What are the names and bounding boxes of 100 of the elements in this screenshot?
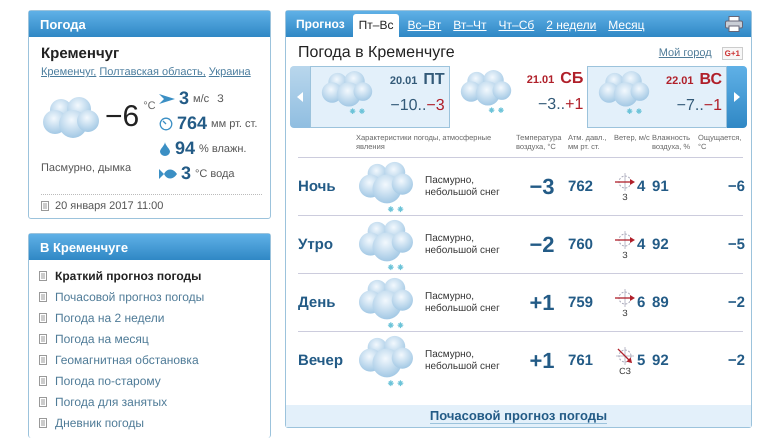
snow-cloud-icon bbox=[356, 276, 414, 330]
wind-speed: 5 bbox=[637, 352, 646, 369]
my-city-link[interactable]: Мой город bbox=[658, 47, 712, 59]
document-icon bbox=[39, 376, 47, 386]
document-icon bbox=[39, 312, 47, 322]
min-temperature: −10.. bbox=[390, 97, 426, 114]
drop-icon bbox=[159, 142, 171, 156]
printer-icon[interactable] bbox=[725, 16, 743, 32]
wind-speed: 6 bbox=[637, 294, 646, 311]
period-tab[interactable]: Чт–Сб bbox=[494, 14, 538, 37]
wind-speed: 4 bbox=[637, 236, 646, 253]
document-icon bbox=[39, 292, 47, 302]
feels-like-temperature: −2 bbox=[726, 352, 745, 369]
min-temperature: −7.. bbox=[676, 97, 704, 114]
humidity-value: 89 bbox=[652, 294, 670, 311]
document-icon bbox=[39, 334, 47, 344]
period-name: День bbox=[298, 294, 336, 311]
period-name: Ночь bbox=[298, 178, 337, 195]
city-name: Кременчуг bbox=[41, 45, 120, 62]
menu-link[interactable]: Погода для занятых bbox=[55, 394, 168, 408]
stat-value: 3 bbox=[179, 88, 190, 109]
snow-cloud-icon bbox=[356, 334, 414, 388]
next-button[interactable] bbox=[727, 66, 748, 128]
document-icon bbox=[39, 270, 47, 280]
stat-value: 94 bbox=[175, 138, 196, 159]
air-temperature: +1 bbox=[528, 348, 556, 374]
pressure-value: 759 bbox=[568, 294, 594, 311]
max-temperature: +1 bbox=[565, 96, 584, 113]
feels-like-temperature: −6 bbox=[726, 178, 745, 195]
location-link[interactable]: Украина bbox=[208, 66, 251, 78]
wind-direction: З bbox=[622, 309, 628, 318]
day-card[interactable]: 22.01 ВС −7..−1 bbox=[587, 66, 728, 128]
wind-direction: З bbox=[622, 251, 628, 260]
pressure-value: 760 bbox=[568, 236, 594, 253]
cloud-icon bbox=[41, 94, 101, 140]
weather-condition: Пасмурно, небольшой снег bbox=[425, 291, 501, 314]
page-title: Погода в Кременчуге bbox=[298, 44, 456, 62]
feels-like-temperature: −2 bbox=[726, 294, 745, 311]
wind-arrow-icon bbox=[159, 92, 175, 104]
period-tab[interactable]: Месяц bbox=[604, 14, 648, 37]
snow-cloud-icon bbox=[356, 218, 414, 272]
day-date: 20.01 bbox=[390, 75, 418, 87]
humidity-value: 92 bbox=[652, 236, 670, 253]
stat-unit: м/с bbox=[193, 92, 210, 104]
document-icon bbox=[41, 201, 49, 211]
menu-link[interactable]: Почасовой прогноз погоды bbox=[55, 290, 204, 304]
location-link[interactable]: Кременчуг, bbox=[41, 66, 96, 78]
temperature-unit: °C bbox=[143, 100, 156, 112]
weekday: ПТ bbox=[423, 71, 445, 89]
stat-value: 764 bbox=[177, 113, 208, 134]
previous-button[interactable] bbox=[290, 66, 310, 128]
update-time: 20 января 2017 11:00 bbox=[55, 200, 164, 212]
wind-direction: СЗ bbox=[619, 367, 631, 376]
location-link[interactable]: Полтавская область, bbox=[99, 66, 206, 78]
card-title: В Кременчуге bbox=[40, 240, 128, 254]
snow-cloud-icon bbox=[356, 160, 414, 214]
day-date: 21.01 bbox=[526, 74, 554, 86]
menu-link[interactable]: Геомагнитная обстановка bbox=[55, 352, 199, 366]
snow-cloud-icon bbox=[319, 69, 375, 116]
period-tab[interactable]: Пт–Вс bbox=[352, 14, 400, 37]
gauge-icon bbox=[159, 116, 173, 130]
humidity-value: 91 bbox=[652, 178, 670, 195]
stat-unit: °C вода bbox=[195, 168, 235, 180]
forecast-label: Прогноз bbox=[296, 17, 345, 31]
menu-link[interactable]: Погода по-старому bbox=[55, 374, 161, 388]
weather-condition: Пасмурно, небольшой снег bbox=[425, 233, 501, 256]
pressure-value: 761 bbox=[568, 352, 594, 369]
stat-unit: мм рт. ст. bbox=[211, 118, 258, 130]
max-temperature: −1 bbox=[704, 97, 722, 114]
wind-direction: З bbox=[217, 92, 224, 104]
menu-link[interactable]: Погода на месяц bbox=[55, 332, 149, 346]
weekday: СБ bbox=[560, 70, 584, 88]
document-icon bbox=[39, 354, 47, 364]
weather-condition: Пасмурно, небольшой снег bbox=[425, 349, 501, 372]
wind-speed: 4 bbox=[637, 178, 646, 195]
plus-one-button[interactable]: G+1 bbox=[722, 46, 743, 60]
day-card[interactable]: 21.01 СБ −3..+1 bbox=[450, 66, 588, 128]
period-tab[interactable]: Вт–Чт bbox=[449, 14, 491, 37]
hourly-forecast-link[interactable]: Почасовой прогноз погоды bbox=[430, 408, 608, 424]
weather-condition: Пасмурно, дымка bbox=[41, 162, 132, 174]
document-icon bbox=[39, 418, 47, 428]
max-temperature: −3 bbox=[426, 97, 445, 114]
humidity-value: 92 bbox=[652, 352, 670, 369]
pressure-value: 762 bbox=[568, 178, 594, 195]
left-arrow-icon bbox=[297, 92, 303, 102]
period-name: Утро bbox=[298, 236, 334, 253]
wind-direction: З bbox=[622, 193, 628, 202]
feels-like-temperature: −5 bbox=[726, 236, 745, 253]
right-arrow-icon bbox=[734, 92, 740, 102]
period-tab[interactable]: 2 недели bbox=[542, 14, 600, 37]
menu-link[interactable]: Погода на 2 недели bbox=[55, 310, 164, 324]
menu-link[interactable]: Дневник погоды bbox=[55, 416, 144, 430]
period-tab[interactable]: Вс–Вт bbox=[403, 14, 446, 37]
air-temperature: −3 bbox=[528, 174, 556, 200]
day-card[interactable]: 20.01 ПТ −10..−3 bbox=[310, 66, 450, 128]
menu-link[interactable]: Краткий прогноз погоды bbox=[55, 268, 202, 282]
weather-condition: Пасмурно, небольшой снег bbox=[425, 175, 501, 198]
current-temperature: −6 bbox=[105, 100, 140, 134]
card-title: Погода bbox=[40, 16, 86, 32]
fish-icon bbox=[159, 168, 177, 180]
